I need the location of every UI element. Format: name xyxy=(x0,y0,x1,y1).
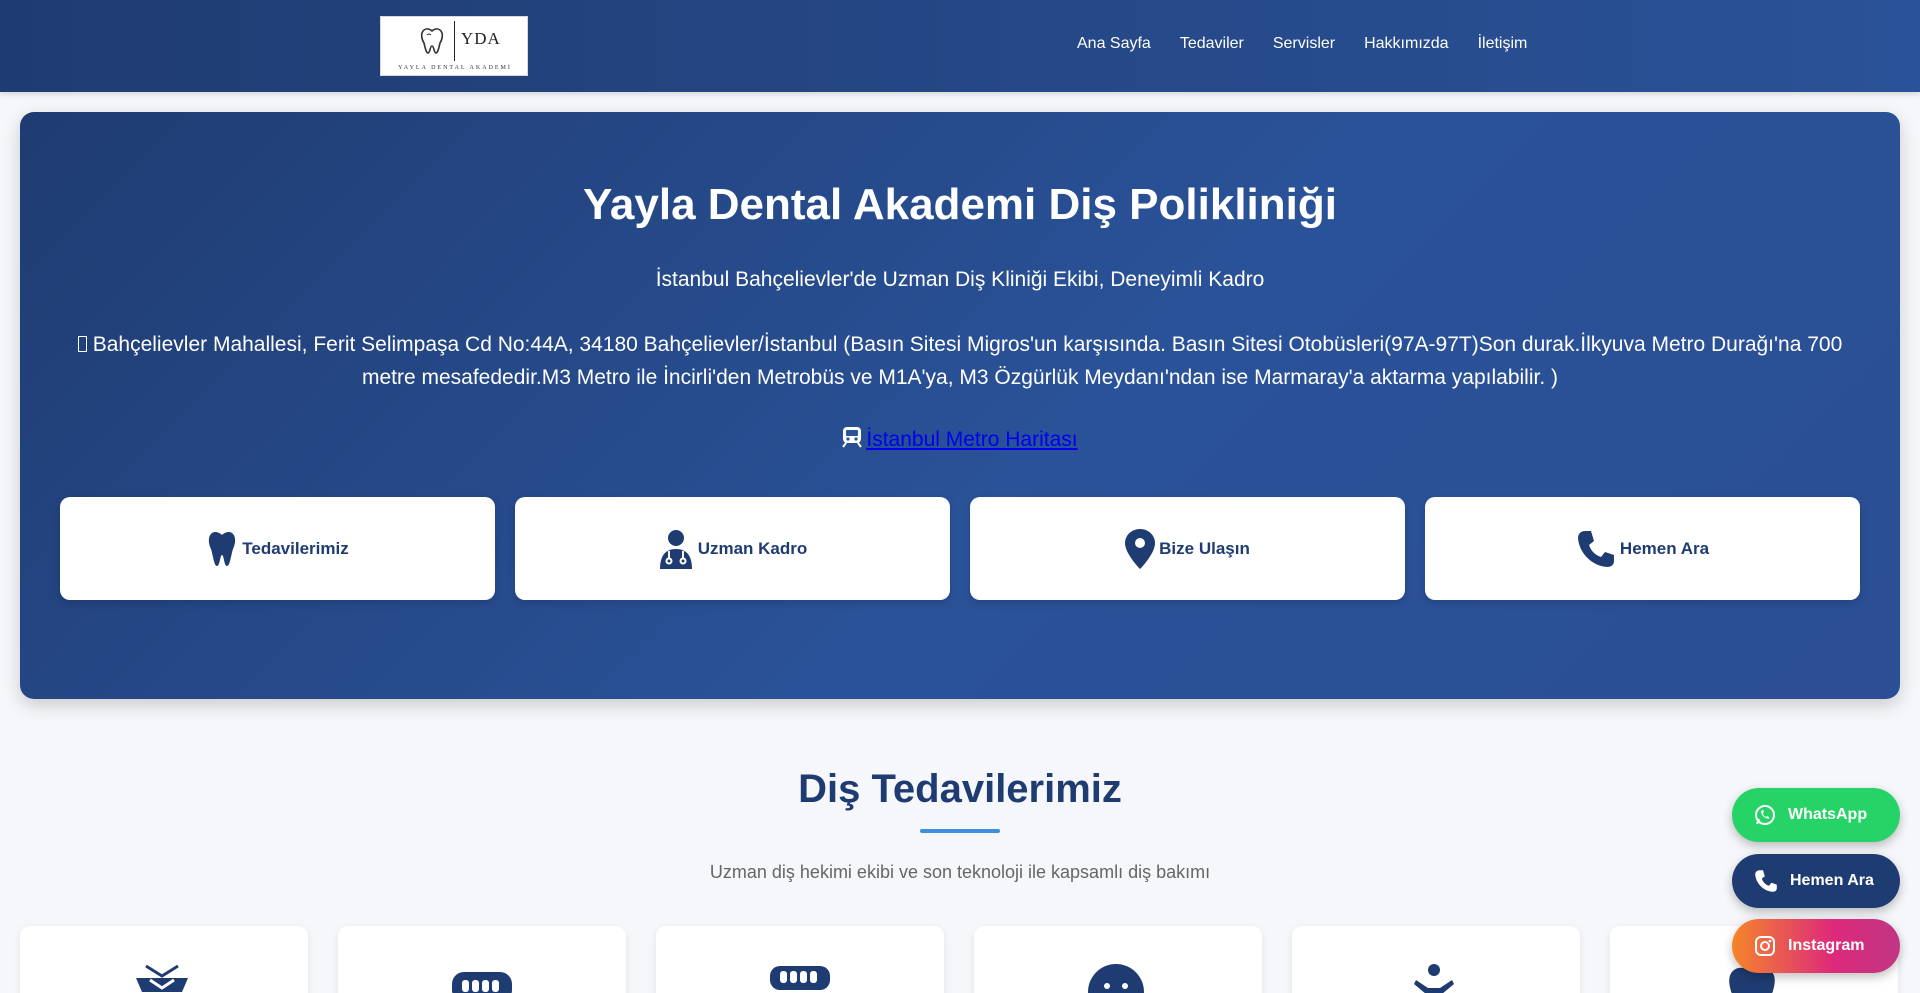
nav-ana-sayfa[interactable]: Ana Sayfa xyxy=(1077,35,1151,53)
instagram-label: Instagram xyxy=(1788,937,1865,954)
card-label: Hemen Ara xyxy=(1619,538,1710,558)
call-now-label: Hemen Ara xyxy=(1790,872,1874,889)
nav-iletisim[interactable]: İletişim xyxy=(1478,35,1528,53)
whatsapp-label: WhatsApp xyxy=(1788,806,1868,823)
card-bize-ulasin[interactable]: Bize Ulaşın xyxy=(970,497,1405,600)
whatsapp-icon xyxy=(1755,805,1775,825)
logo-abbr: YDA xyxy=(461,29,501,48)
service-card[interactable] xyxy=(656,926,944,993)
smile-icon xyxy=(1088,964,1144,993)
tooth-icon xyxy=(209,531,236,566)
hero-title: Yayla Dental Akademi Diş Polikliniği xyxy=(583,180,1337,229)
services-subtitle: Uzman diş hekimi ekibi ve son teknoloji … xyxy=(709,862,1211,882)
main-nav: Ana Sayfa Tedaviler Servisler Hakkımızda… xyxy=(1077,35,1556,53)
instagram-icon xyxy=(1755,936,1775,956)
instagram-button[interactable]: Instagram xyxy=(1732,919,1900,973)
phone-icon xyxy=(1755,870,1777,892)
teeth-row-icon xyxy=(770,966,830,990)
doctor-icon xyxy=(659,529,692,569)
hero-address: Bahçelievler Mahallesi, Ferit Selimpaşa … xyxy=(75,328,1845,394)
card-label: Uzman Kadro xyxy=(697,538,808,558)
hero-subtitle: İstanbul Bahçelievler'de Uzman Diş Klini… xyxy=(655,268,1265,291)
metro-link-row: İstanbul Metro Haritası xyxy=(20,426,1900,452)
service-card[interactable] xyxy=(974,926,1262,993)
implant-icon xyxy=(136,964,188,992)
card-label: Bize Ulaşın xyxy=(1159,538,1250,558)
whatsapp-button[interactable]: WhatsApp xyxy=(1732,788,1900,842)
hero-section: Yayla Dental Akademi Diş Polikliniği İst… xyxy=(20,112,1900,699)
card-label: Tedavilerimiz xyxy=(242,538,349,558)
title-underline xyxy=(920,829,1000,833)
child-icon xyxy=(1414,964,1454,993)
metro-map-link[interactable]: İstanbul Metro Haritası xyxy=(866,428,1077,451)
logo-full-name: YAYLA DENTAL AKADEMİ xyxy=(398,65,512,71)
phone-icon xyxy=(1577,530,1614,567)
tooth-logo-icon xyxy=(420,28,444,54)
card-tedavilerimiz[interactable]: Tedavilerimiz xyxy=(60,497,495,600)
service-cards xyxy=(20,926,1920,993)
services-title: Diş Tedavilerimiz xyxy=(798,767,1122,811)
address-text: Bahçelievler Mahallesi, Ferit Selimpaşa … xyxy=(92,333,1843,389)
service-card[interactable] xyxy=(20,926,308,993)
service-card[interactable] xyxy=(1292,926,1580,993)
service-card[interactable] xyxy=(338,926,626,993)
map-pin-icon xyxy=(1125,528,1156,569)
call-now-button[interactable]: Hemen Ara xyxy=(1732,854,1900,908)
card-hemen-ara[interactable]: Hemen Ara xyxy=(1425,497,1860,600)
teeth-row-icon xyxy=(452,972,512,993)
site-header: YDA YAYLA DENTAL AKADEMİ Ana Sayfa Tedav… xyxy=(0,0,1920,92)
logo[interactable]: YDA YAYLA DENTAL AKADEMİ xyxy=(380,16,528,76)
nav-hakkimizda[interactable]: Hakkımızda xyxy=(1364,35,1448,53)
nav-tedaviler[interactable]: Tedaviler xyxy=(1180,35,1244,53)
quick-action-cards: Tedavilerimiz Uzman Kadro Bize Ulaşın He… xyxy=(60,497,1880,600)
missing-glyph-icon xyxy=(77,336,87,352)
card-uzman-kadro[interactable]: Uzman Kadro xyxy=(515,497,950,600)
train-icon xyxy=(842,427,863,448)
nav-servisler[interactable]: Servisler xyxy=(1273,35,1335,53)
logo-divider xyxy=(454,21,455,61)
